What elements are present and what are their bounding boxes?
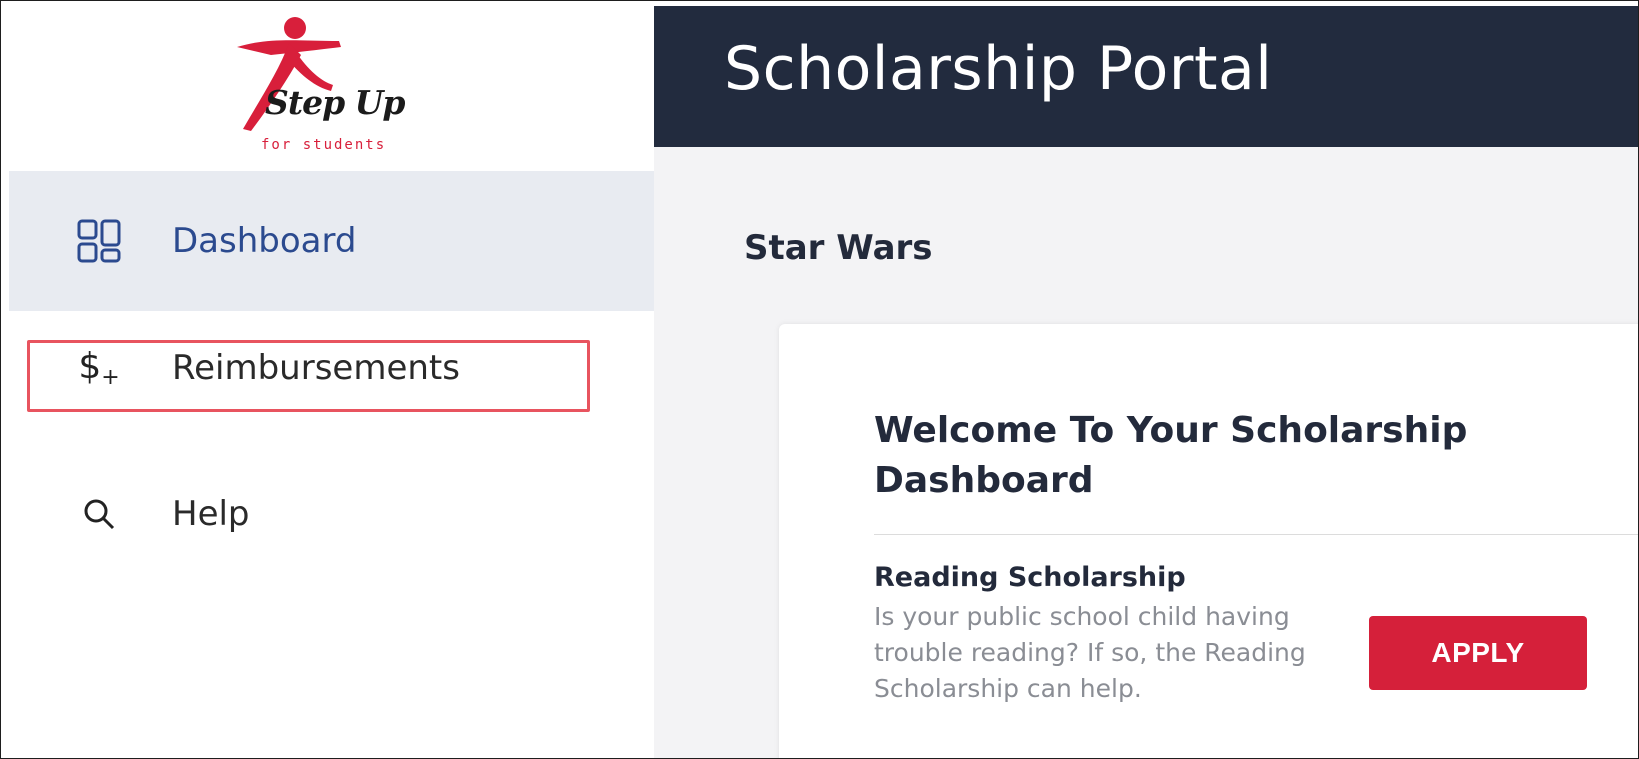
logo-sub-text: for students [261,137,387,153]
card-divider [874,534,1638,535]
student-name: Star Wars [744,228,933,268]
app-frame: Step Up for students Dashboard $+ Reimbu… [0,0,1639,759]
apply-button[interactable]: APPLY [1369,616,1587,690]
sidebar-item-label: Dashboard [172,221,357,261]
page-title: Scholarship Portal [724,34,1273,104]
scholarship-card: Welcome To Your Scholarship Dashboard Re… [779,324,1638,758]
program-description: Is your public school child having troub… [874,602,1306,703]
step-up-logo[interactable]: Step Up for students [229,11,429,161]
sidebar-item-help[interactable]: Help [9,464,654,564]
sidebar-item-dashboard[interactable]: Dashboard [9,171,654,311]
top-header-bar: Scholarship Portal [654,6,1638,147]
logo-brand-text: Step Up [265,83,405,122]
main-content: Scholarship Portal Star Wars Welcome To … [654,6,1638,758]
dollar-plus-icon: $+ [78,346,120,390]
card-heading: Welcome To Your Scholarship Dashboard [874,410,1468,501]
sidebar-item-reimbursements[interactable]: $+ Reimbursements [9,318,654,418]
dashboard-grid-icon [74,216,124,266]
search-icon [74,489,124,539]
sidebar: Step Up for students Dashboard $+ Reimbu… [9,6,654,758]
program-title: Reading Scholarship [874,562,1186,593]
sidebar-item-label: Reimbursements [172,348,460,388]
sidebar-item-label: Help [172,494,250,534]
